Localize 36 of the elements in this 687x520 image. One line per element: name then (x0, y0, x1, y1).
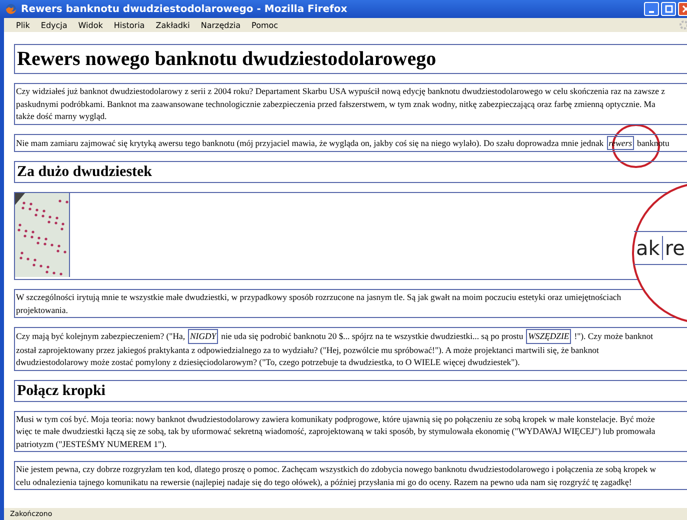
maximize-icon (664, 5, 672, 13)
text-line: Czy mają być kolejnym zabezpieczeniem? ("Ha, (16, 330, 186, 342)
minimize-button[interactable] (644, 2, 659, 16)
emphasized-word: NIGDY (188, 329, 218, 344)
menu-item[interactable]: Plik (16, 20, 30, 30)
menu-item[interactable]: Pomoc (252, 20, 278, 30)
menu-item[interactable]: Historia (114, 20, 145, 30)
section-heading: Za dużo dwudziestek (14, 161, 687, 183)
magnified-text: re (662, 236, 687, 260)
menu-item[interactable]: Edycja (40, 20, 68, 30)
text-line: Nie jestem pewna, czy dobrze rozgryzłam ten kod, dlatego proszę o pomoc. Zachęcam wszystkich do zdobycia nowego banknotu dwudziestodolarowego i połączenia ze sobą kropek w (16, 463, 656, 476)
window-title: Rewers banknotu dwudziestodolarowego - Mozilla Firefox (21, 4, 348, 14)
page-heading: Rewers nowego banknotu dwudziestodolarowego (14, 44, 687, 74)
magnified-text: ak (634, 236, 663, 260)
text-line: projektowania. (16, 304, 68, 316)
text-line: Nie mam zamiaru zajmować się krytyką awersu tego banknotu (mój przyjaciel mawia, że wygląda on, jakby coś się na niego wylało). Do szału doprowadza mnie jednak (16, 136, 604, 149)
section-heading: Połącz kropki (14, 380, 687, 402)
text-line: Musi w tym coś być. Moja teoria: nowy banknot dwudziestodolarowy zawiera komunikaty podprogowe, które ujawnią się po połączeniu ze sobą kropek w małe konstelacje. Być może (16, 412, 655, 425)
text-line: !"). Czy może banknot (574, 330, 654, 342)
text-line: Czy widziałeś już banknot dwudziestodolarowy z serii z 2004 roku? Departament Skarbu USA wypuścił nową edycję banknotu dwudziestodolarowego w celu skończenia raz na zawsze z (16, 85, 665, 98)
maximize-button[interactable] (661, 2, 676, 16)
text-line: więc te małe dwudziestki łączą się ze sobą, tak by uformować sekretną wiadomość, zaprojektowaną w taki sposób, by stymulowała ekonomię ("WYDAWAJ WIĘCEJ") lub promowała (16, 425, 656, 438)
browser-logo-icon (5, 3, 17, 15)
text-line: także dość marny wygląd. (16, 110, 107, 122)
text-line: dwudziestodolarowy może zostać pomylony z dziesięciodolarowym? ("To, czego potrzebuje ta dwudziestka, to O WIELE więcej dwudziestek"). (16, 356, 520, 368)
text-line: paskudnymi podróbkami. Banknot ma zaawansowane technologicznie zabezpieczenia przed fałszerstwem, w tym znak wodny, nitkę zabezpieczającą oraz farbę zmienną optycznie. Ma (16, 98, 656, 110)
text-line: celu odnalezienia tajnego komunikatu na rewersie (najlepiej nadaje się do tego ołówek), a później przysłania mi go do oceny. Razem na pewno uda nam się rozgryźć tę zagadkę! (16, 476, 632, 488)
menu-item[interactable]: Widok (78, 20, 103, 30)
text-line: patriotyzm ("JESTEŚMY NUMEREM 1"). (16, 438, 167, 450)
menu-item[interactable]: Zakładki (156, 20, 190, 30)
text-line: W szczególności irytują mnie te wszystkie małe dwudziestki, w przypadkowy sposób rozrzucone na jasnym tle. Są jak gwałt na moim poczuciu estetyki oraz umiejętnościach (16, 291, 622, 304)
loading-indicator-icon (679, 20, 687, 30)
menu-item[interactable]: Narzędzia (200, 20, 241, 30)
text-line: nie uda się podrobić banknotu 20 $... spójrz na te wszystkie dwudziestki... są po prostu (221, 330, 524, 342)
emphasized-word: WSZĘDZIE (526, 329, 572, 344)
text-line: został zaprojektowany przez jakiegoś praktykanta z odpowiedzialnego za to wydziału? ("Hej, pozwólcie mu spróbować!"). A może projektanci martwili się, że banknot (16, 344, 599, 356)
